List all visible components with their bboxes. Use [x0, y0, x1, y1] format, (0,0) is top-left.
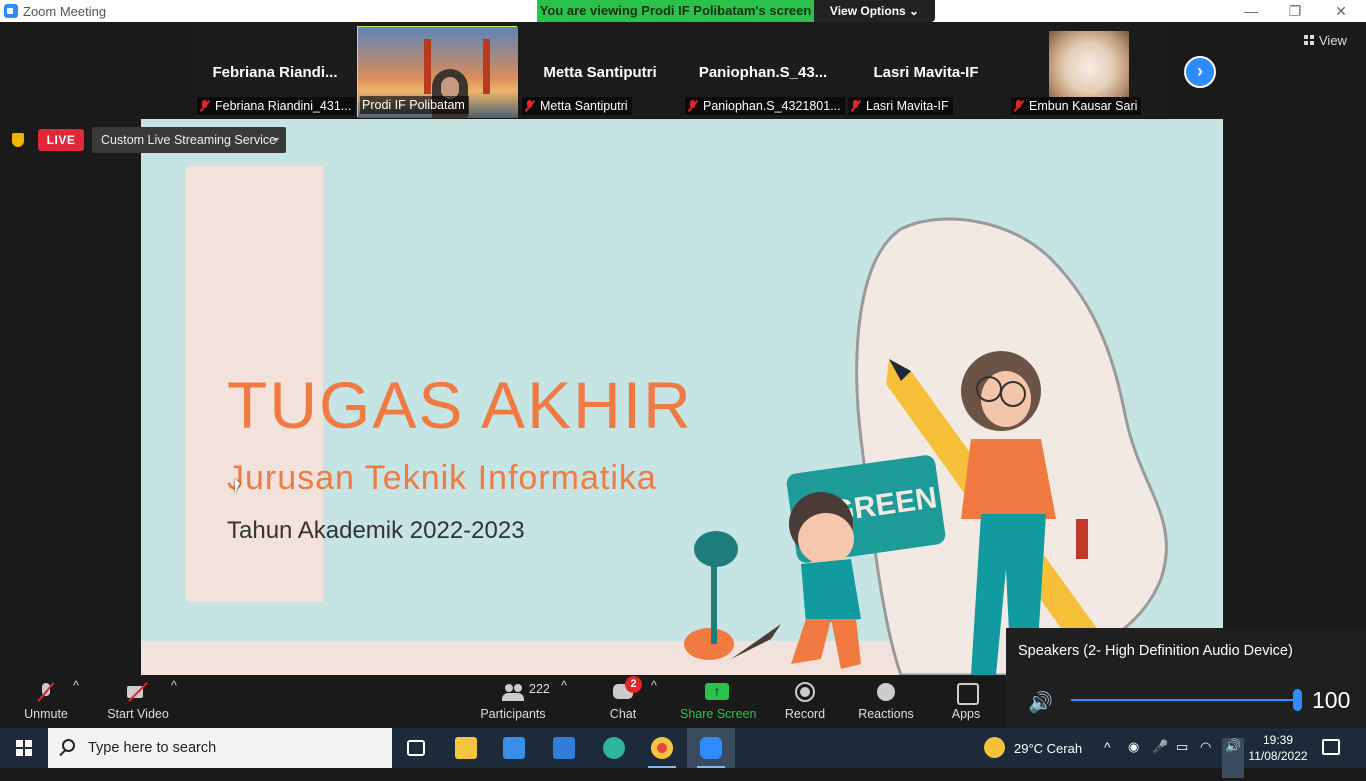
apps-button[interactable]: Apps — [948, 679, 984, 725]
participant-name-tag: Paniophan.S_4321801... — [685, 97, 845, 115]
participant-display-name: Metta Santiputri — [543, 64, 657, 81]
chat-options-caret[interactable]: ^ — [651, 679, 657, 725]
mic-muted-icon — [199, 100, 211, 112]
wifi-icon[interactable]: ◠ — [1200, 739, 1211, 779]
participant-display-name: Paniophan.S_43... — [698, 64, 828, 81]
minimize-button[interactable]: — — [1228, 0, 1274, 22]
speaker-volume-flyout: Speakers (2- High Definition Audio Devic… — [1006, 628, 1366, 728]
share-screen-icon — [705, 682, 729, 702]
participant-tile-active-speaker[interactable]: Prodi IF Polibatam — [357, 26, 518, 118]
next-page-arrow-icon[interactable]: › — [1184, 56, 1216, 88]
mail-icon[interactable] — [540, 728, 588, 768]
start-video-button[interactable]: Start Video — [106, 679, 170, 725]
participant-name-tag: Febriana Riandini_431... — [197, 97, 356, 115]
battery-icon[interactable]: ▭ — [1176, 739, 1188, 779]
camera-off-icon — [127, 682, 149, 702]
notification-center-icon[interactable] — [1322, 739, 1340, 755]
volume-slider-track[interactable] — [1071, 699, 1297, 701]
participant-tile[interactable]: Lasri Mavita-IF Lasri Mavita-IF — [846, 26, 1006, 117]
stream-service-dropdown[interactable]: Custom Live Streaming Service — [92, 127, 286, 153]
speaker-volume-icon[interactable]: 🔊 — [1028, 690, 1053, 715]
edge-browser-icon[interactable] — [590, 728, 638, 768]
participant-name-tag: Embun Kausar Sari — [1011, 97, 1142, 115]
share-screen-button[interactable]: Share Screen — [680, 679, 756, 725]
volume-slider-thumb[interactable] — [1293, 689, 1302, 711]
shield-icon[interactable] — [12, 133, 24, 147]
participants-icon — [502, 682, 524, 702]
clock-time: 19:39 — [1262, 733, 1294, 747]
video-options-caret[interactable]: ^ — [171, 679, 177, 725]
volume-value: 100 — [1312, 687, 1351, 713]
meet-now-icon[interactable]: ◉ — [1128, 739, 1139, 779]
file-explorer-icon[interactable] — [442, 728, 490, 768]
participant-avatar — [1049, 31, 1129, 97]
speaker-device-name[interactable]: Speakers (2- High Definition Audio Devic… — [1018, 643, 1293, 659]
view-button[interactable]: View — [1304, 33, 1347, 48]
participant-display-name: Febriana Riandi... — [212, 64, 338, 81]
window-title: Zoom Meeting — [23, 4, 107, 19]
windows-taskbar: Type here to search 29°C Cerah ^ ◉ 🎤 ▭ ◠… — [0, 728, 1366, 778]
taskbar-clock[interactable]: 19:39 11/08/2022 — [1248, 732, 1308, 764]
clock-date: 11/08/2022 — [1248, 749, 1308, 763]
reactions-button[interactable]: Reactions — [858, 679, 914, 725]
participant-count: 222 — [529, 682, 550, 696]
mouse-cursor — [235, 479, 240, 493]
search-placeholder: Type here to search — [88, 740, 217, 756]
sharing-banner: You are viewing Prodi IF Polibatam's scr… — [537, 0, 814, 22]
mic-muted-icon — [524, 100, 536, 112]
chrome-browser-icon[interactable] — [638, 728, 686, 768]
zoom-taskbar-icon[interactable] — [687, 728, 735, 768]
weather-moon-icon — [984, 737, 1005, 758]
participant-name-tag: Prodi IF Polibatam — [360, 96, 469, 114]
unmute-button[interactable]: Unmute — [18, 679, 74, 725]
mic-muted-icon — [1013, 100, 1025, 112]
task-view-icon[interactable] — [392, 728, 440, 768]
record-button[interactable]: Record — [783, 679, 827, 725]
taskbar-search-box[interactable]: Type here to search — [48, 728, 392, 768]
grid-icon — [1304, 35, 1314, 45]
apps-icon — [955, 682, 979, 705]
participant-tile[interactable]: Febriana Riandi... Febriana Riandini_431… — [195, 26, 356, 117]
smiley-icon — [875, 682, 897, 702]
shared-screen-area: TUGAS AKHIR Jurusan Teknik Informatika T… — [0, 119, 1366, 675]
participants-options-caret[interactable]: ^ — [561, 679, 567, 725]
participant-tile[interactable]: Embun Kausar Sari — [1009, 26, 1169, 117]
audio-options-caret[interactable]: ^ — [73, 679, 79, 725]
mic-muted-icon — [35, 682, 57, 702]
participant-name-tag: Lasri Mavita-IF — [848, 97, 953, 115]
mic-muted-icon — [850, 100, 862, 112]
zoom-app-icon — [4, 4, 18, 18]
view-options-button[interactable]: View Options ⌄ — [814, 0, 935, 22]
microsoft-store-icon[interactable] — [490, 728, 538, 768]
chat-unread-badge: 2 — [625, 676, 642, 693]
close-button[interactable]: ✕ — [1318, 0, 1364, 22]
microphone-icon[interactable]: 🎤 — [1152, 739, 1168, 779]
participant-tile[interactable]: Paniophan.S_43... Paniophan.S_4321801... — [683, 26, 845, 117]
speaker-tray-icon[interactable]: 🔊 — [1222, 738, 1245, 778]
participant-name-tag: Metta Santiputri — [522, 97, 632, 115]
mic-muted-icon — [687, 100, 699, 112]
tray-overflow-chevron-icon[interactable]: ^ — [1104, 739, 1111, 779]
window-titlebar: Zoom Meeting You are viewing Prodi IF Po… — [0, 0, 1366, 22]
weather-text[interactable]: 29°C Cerah — [1014, 741, 1082, 781]
restore-button[interactable]: ❐ — [1272, 0, 1318, 22]
live-badge[interactable]: LIVE — [38, 129, 84, 151]
participant-display-name: Lasri Mavita-IF — [873, 64, 979, 81]
record-icon — [794, 682, 816, 702]
participant-tile[interactable]: Metta Santiputri Metta Santiputri — [520, 26, 680, 117]
presentation-slide: TUGAS AKHIR Jurusan Teknik Informatika T… — [141, 119, 1223, 675]
slide-illustration: GREEN — [684, 217, 1168, 675]
caret-down-icon — [273, 138, 279, 142]
windows-start-icon[interactable] — [0, 728, 48, 768]
search-icon — [62, 739, 75, 752]
participant-strip: Febriana Riandi... Febriana Riandini_431… — [0, 23, 1366, 119]
